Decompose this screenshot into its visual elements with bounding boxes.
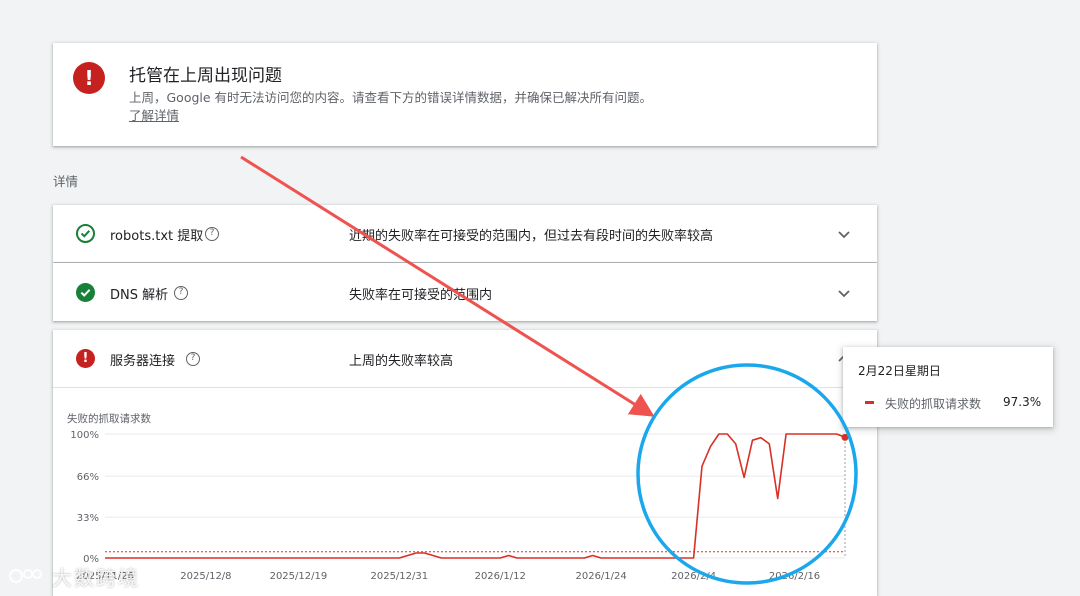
alert-body-text: 上周，Google 有时无法访问您的内容。请查看下方的错误详情数据，并确保已解决… (129, 90, 653, 105)
x-tick-label: 2026/2/4 (671, 571, 716, 582)
help-icon[interactable]: ? (186, 352, 200, 366)
series-line (105, 433, 846, 559)
chart-tooltip: 2月22日星期日 失败的抓取请求数 97.3% (843, 347, 1053, 427)
tooltip-series-name: 失败的抓取请求数 (885, 397, 982, 411)
watermark-logo-icon (9, 569, 42, 583)
data-point (841, 433, 849, 441)
tooltip-series-swatch (865, 401, 874, 404)
error-icon: ! (76, 349, 95, 368)
x-tick-label: 2025/12/31 (370, 571, 428, 582)
tooltip-value: 97.3% (1003, 395, 1042, 409)
row-status-server: 上周的失败率较高 (349, 354, 454, 369)
server-connection-panel: ! 服务器连接 ? 上周的失败率较高 失败的抓取请求数 0% 33% 66% 100%… (53, 330, 877, 596)
alert-card: ! 托管在上周出现问题 上周，Google 有时无法访问您的内容。请查看下方的错… (53, 43, 877, 146)
chevron-down-icon[interactable] (836, 226, 852, 242)
details-section-label: 详情 (53, 174, 79, 189)
alert-description: 上周，Google 有时无法访问您的内容。请查看下方的错误详情数据，并确保已解决… (129, 89, 659, 125)
y-tick-label: 100% (70, 430, 99, 441)
error-alert-icon: ! (73, 62, 105, 94)
row-name-server: 服务器连接 (110, 354, 176, 369)
learn-more-link[interactable]: 了解详情 (129, 108, 179, 123)
help-icon[interactable]: ? (174, 286, 188, 300)
x-tick-label: 2026/1/12 (475, 571, 526, 582)
watermark-text: 大数跨境 (52, 566, 140, 590)
tooltip-date: 2月22日星期日 (858, 364, 941, 378)
robots-txt-fetch-row[interactable]: robots.txt 提取 ? 近期的失败率在可接受的范围内，但过去有段时间的失… (53, 205, 877, 262)
y-tick-label: 33% (77, 513, 99, 524)
x-tick-label: 2026/2/16 (769, 571, 820, 582)
dns-resolution-row[interactable]: DNS 解析 ? 失败率在可接受的范围内 (53, 263, 877, 321)
failed-requests-chart[interactable]: 0%33%66%100%2025/11/26 2025/12/8 2025/12/1… (53, 420, 877, 596)
server-connection-row[interactable]: ! 服务器连接 ? 上周的失败率较高 (53, 330, 877, 388)
check-circle-outline-icon (76, 224, 95, 243)
row-status-robots: 近期的失败率在可接受的范围内，但过去有段时间的失败率较高 (349, 229, 714, 244)
chevron-down-icon[interactable] (836, 285, 852, 301)
help-icon[interactable]: ? (205, 227, 219, 241)
check-circle-filled-icon (76, 283, 95, 302)
row-name-robots: robots.txt 提取 (110, 229, 204, 244)
alert-title: 托管在上周出现问题 (129, 66, 282, 86)
y-tick-label: 66% (77, 472, 99, 483)
x-tick-label: 2026/1/24 (575, 571, 626, 582)
x-tick-label: 2025/12/19 (270, 571, 328, 582)
row-status-dns: 失败率在可接受的范围内 (349, 288, 493, 303)
x-tick-label: 2025/12/8 (180, 571, 231, 582)
row-name-dns: DNS 解析 (110, 288, 169, 303)
